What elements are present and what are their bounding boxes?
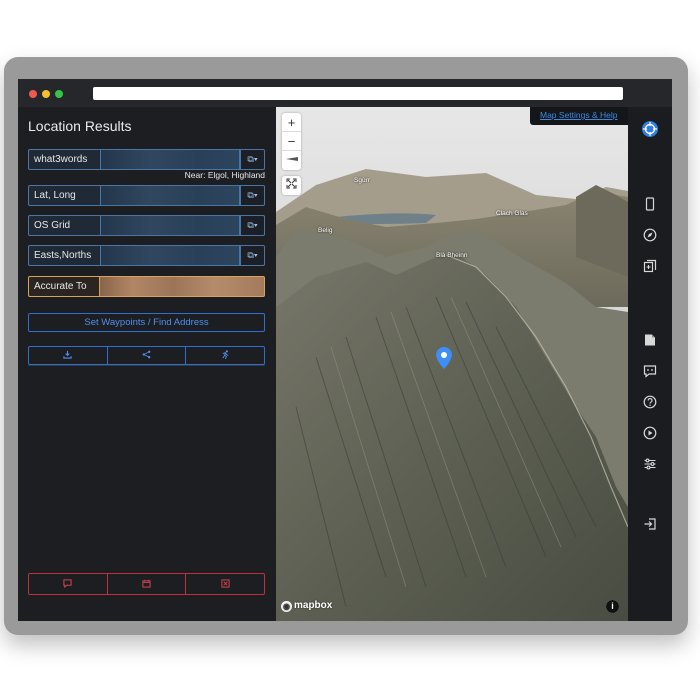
comment-icon: [63, 579, 72, 589]
download-button[interactable]: [28, 346, 108, 365]
place-label: Clach Glas: [496, 210, 528, 217]
address-bar[interactable]: [93, 87, 623, 100]
browser-window: Location Results what3words ⧉▾ Near: Elg…: [18, 79, 672, 621]
comment-button[interactable]: [28, 573, 108, 595]
near-location-text: Near: Elgol, Highland: [184, 170, 265, 180]
attribution-info-button[interactable]: i: [606, 600, 619, 613]
add-copy-icon[interactable]: [643, 259, 657, 273]
delete-button[interactable]: [186, 573, 266, 595]
os-grid-field: OS Grid ⧉▾: [28, 215, 265, 236]
lat-long-field: Lat, Long ⧉▾: [28, 185, 265, 206]
expand-icon: [286, 178, 297, 189]
lat-long-value[interactable]: [100, 185, 240, 206]
map-view[interactable]: Sgùrr Belig Blà Bheinn Clach Glas + − Ma…: [276, 107, 628, 621]
right-toolbar: [628, 107, 672, 621]
phone-icon[interactable]: [643, 197, 657, 211]
running-icon: [222, 350, 229, 360]
accurate-to-label: Accurate To: [28, 276, 99, 297]
target-icon[interactable]: [641, 120, 659, 138]
mapbox-logo: ◉ mapbox: [281, 600, 333, 612]
north-arrow-icon: [285, 157, 298, 161]
map-settings-link[interactable]: Map Settings & Help: [540, 110, 617, 120]
zoom-control: + −: [282, 113, 301, 170]
panel-title: Location Results: [28, 118, 132, 134]
what3words-value[interactable]: [100, 149, 240, 170]
place-label: Belig: [318, 227, 333, 234]
place-label: Blà Bheinn: [436, 252, 468, 259]
compass-reset-button[interactable]: [282, 151, 301, 170]
maximize-window-button[interactable]: [55, 90, 63, 98]
close-window-button[interactable]: [29, 90, 37, 98]
zoom-in-button[interactable]: +: [282, 113, 301, 132]
copy-dropdown-icon[interactable]: ⧉▾: [240, 149, 265, 170]
location-pin-icon[interactable]: [436, 347, 452, 369]
copy-dropdown-icon[interactable]: ⧉▾: [240, 215, 265, 236]
close-box-icon: [221, 579, 230, 588]
play-icon[interactable]: [643, 426, 657, 440]
what3words-field: what3words ⧉▾: [28, 149, 265, 170]
browser-titlebar: [18, 79, 672, 107]
note-icon[interactable]: [643, 333, 657, 347]
lat-long-label: Lat, Long: [28, 185, 100, 206]
help-icon[interactable]: [643, 395, 657, 409]
mapbox-logo-icon: ◉: [281, 601, 292, 612]
easts-norths-label: Easts,Norths: [28, 245, 100, 266]
zoom-out-button[interactable]: −: [282, 132, 301, 151]
calendar-button[interactable]: [107, 573, 187, 595]
feedback-icon[interactable]: [643, 364, 657, 378]
sliders-icon[interactable]: [643, 457, 657, 471]
share-button[interactable]: [107, 346, 187, 365]
action-button-row: [28, 346, 266, 365]
os-grid-label: OS Grid: [28, 215, 100, 236]
footer-button-row: [28, 573, 266, 595]
set-waypoints-button[interactable]: Set Waypoints / Find Address: [28, 313, 265, 332]
calendar-icon: [142, 579, 151, 588]
logout-icon[interactable]: [643, 517, 657, 531]
os-grid-value[interactable]: [100, 215, 240, 236]
compass-icon[interactable]: [643, 228, 657, 242]
terrain-render: [276, 107, 628, 621]
panel-divider: [28, 365, 265, 366]
accurate-to-field: Accurate To: [28, 276, 265, 297]
easts-norths-value[interactable]: [100, 245, 240, 266]
map-settings-bar: Map Settings & Help: [530, 107, 628, 125]
accurate-to-value[interactable]: [99, 276, 265, 297]
place-label: Sgùrr: [354, 177, 370, 184]
copy-dropdown-icon[interactable]: ⧉▾: [240, 245, 265, 266]
info-icon: i: [606, 600, 619, 613]
download-icon: [63, 350, 72, 359]
fullscreen-button[interactable]: [282, 176, 301, 195]
share-icon: [142, 350, 151, 359]
minimize-window-button[interactable]: [42, 90, 50, 98]
route-button[interactable]: [186, 346, 266, 365]
what3words-label: what3words: [28, 149, 100, 170]
location-results-panel: Location Results what3words ⧉▾ Near: Elg…: [18, 107, 276, 621]
easts-norths-field: Easts,Norths ⧉▾: [28, 245, 265, 266]
copy-dropdown-icon[interactable]: ⧉▾: [240, 185, 265, 206]
